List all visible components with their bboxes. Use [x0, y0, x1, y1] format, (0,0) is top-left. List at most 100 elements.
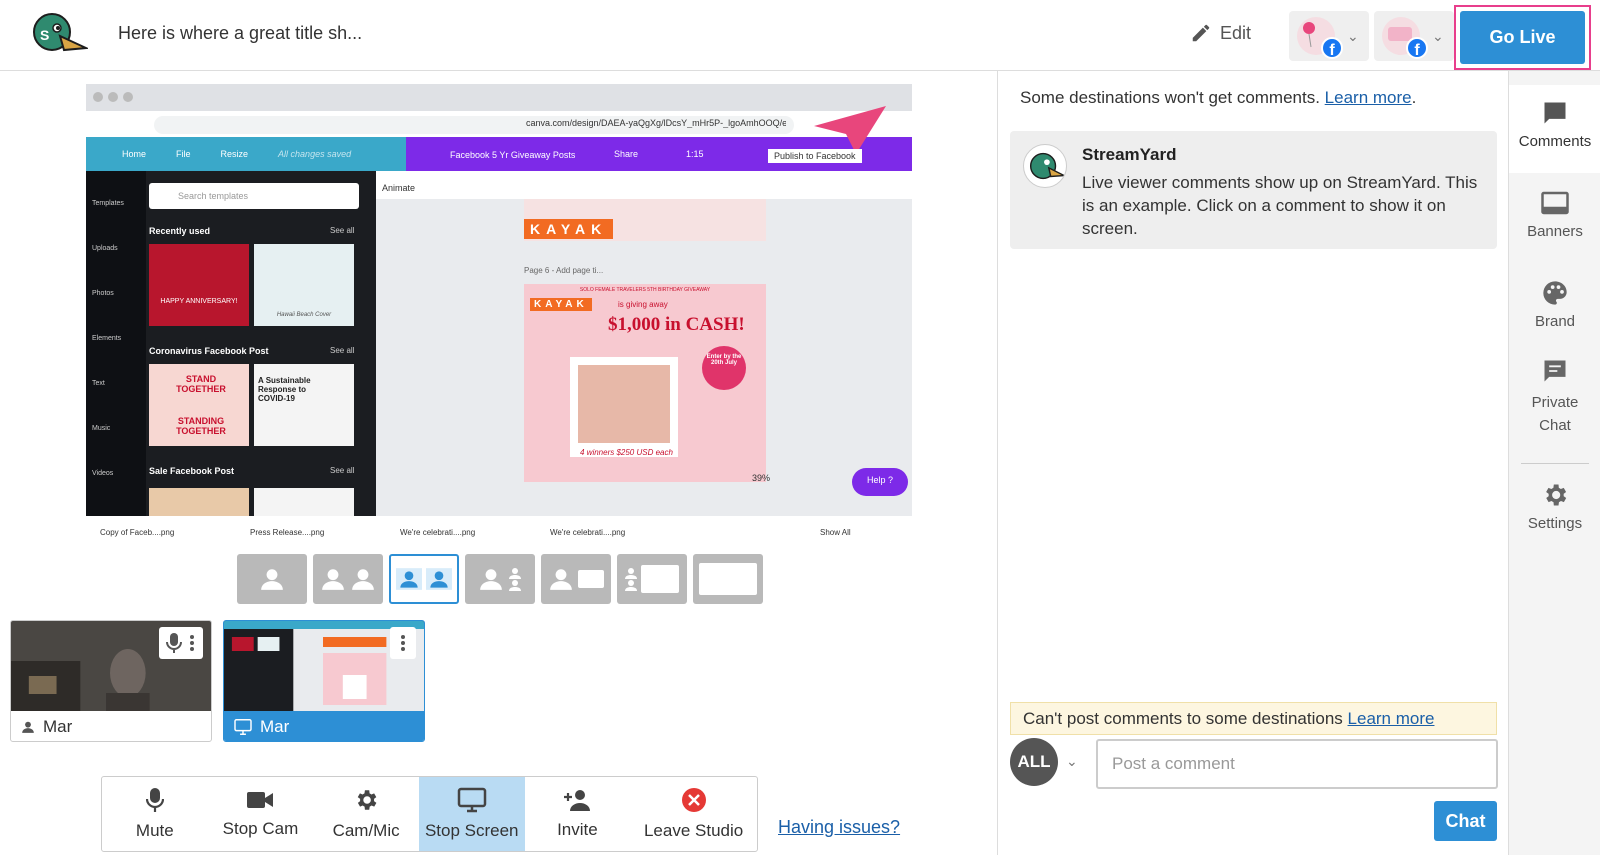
- close-circle-icon: [681, 788, 706, 812]
- layout-screen-sidebar[interactable]: [617, 554, 687, 604]
- canva-section: Sale Facebook Post: [149, 466, 235, 476]
- download-item: We're celebrati....png: [400, 528, 476, 537]
- screen-box-icon: [578, 570, 604, 588]
- comment-item[interactable]: StreamYard Live viewer comments show up …: [1010, 131, 1497, 249]
- design-winners: 4 winners $250 USD each: [580, 448, 673, 457]
- stop-screen-button[interactable]: Stop Screen: [418, 777, 525, 851]
- go-live-highlight: Go Live: [1454, 5, 1591, 70]
- destination-selector-2[interactable]: f ⌄: [1374, 11, 1454, 61]
- streamyard-avatar: [1023, 144, 1067, 188]
- person-icon: [322, 569, 344, 590]
- browser-url[interactable]: canva.com/design/DAEA-yaQgXg/lDcsY_mHr5P…: [526, 118, 786, 128]
- tab-label: Settings: [1527, 515, 1583, 532]
- layout-fullscreen[interactable]: [693, 554, 763, 604]
- comment-author: StreamYard: [1082, 145, 1177, 164]
- canva-share: Share: [614, 149, 639, 159]
- more-options-icon[interactable]: [398, 632, 408, 654]
- studio-toolbar: Mute Stop Cam Cam/Mic Stop Screen Invite…: [101, 776, 758, 852]
- invite-button[interactable]: Invite: [525, 777, 631, 851]
- canva-sidebar-item: Videos: [92, 470, 114, 477]
- canva-doc-title: Facebook 5 Yr Giveaway Posts: [450, 150, 576, 160]
- comment-icon: [1544, 102, 1566, 124]
- small-persons-icon: [625, 568, 637, 591]
- canva-search: Search templates: [178, 191, 249, 201]
- microphone-icon[interactable]: [165, 632, 183, 654]
- destination-avatar: f: [1382, 17, 1428, 59]
- layout-side-by-side[interactable]: [313, 554, 383, 604]
- layout-solo[interactable]: [237, 554, 307, 604]
- go-live-button[interactable]: Go Live: [1460, 11, 1585, 64]
- tabs-divider: [1521, 463, 1589, 464]
- template-text: STANDING TOGETHER: [176, 416, 226, 436]
- download-item: Press Release....png: [250, 528, 325, 537]
- person-icon: [426, 568, 452, 590]
- tab-private-chat[interactable]: Private Chat: [1509, 357, 1600, 457]
- canva-time: 1:15: [686, 149, 704, 159]
- tile-controls: [390, 627, 416, 659]
- canva-see-all: See all: [330, 226, 355, 235]
- leave-studio-button[interactable]: Leave Studio: [630, 777, 757, 851]
- tab-brand[interactable]: Brand: [1509, 273, 1600, 349]
- canva-animate: Animate: [382, 183, 416, 193]
- chat-bubble-icon: [1544, 360, 1566, 382]
- mute-button[interactable]: Mute: [102, 777, 208, 851]
- small-persons-icon: [509, 568, 521, 591]
- tile-controls: [159, 627, 203, 659]
- design-amount: $1,000 in CASH!: [608, 314, 745, 335]
- learn-more-link[interactable]: Learn more: [1325, 88, 1412, 107]
- post-comment-input[interactable]: [1096, 739, 1498, 789]
- chevron-down-icon: ⌄: [1432, 27, 1444, 44]
- comments-note: Some destinations won't get comments. Le…: [1020, 88, 1416, 108]
- layout-group[interactable]: [389, 554, 459, 604]
- design-subtitle: SOLO FEMALE TRAVELERS 5TH BIRTHDAY GIVEA…: [579, 287, 711, 293]
- side-tabs: Comments Banners Brand Private Chat Sett…: [1508, 71, 1600, 855]
- layout-selector: [233, 550, 767, 608]
- cam-mic-label: Cam/Mic: [332, 821, 400, 840]
- participant-tile-screen[interactable]: Mar: [223, 620, 425, 742]
- canva-help: Help ?: [866, 475, 893, 485]
- cam-mic-settings-button[interactable]: Cam/Mic: [313, 777, 419, 851]
- gear-icon: [357, 790, 377, 810]
- tab-settings[interactable]: Settings: [1509, 481, 1600, 557]
- template-text: A Sustainable Response to COVID-19: [258, 376, 311, 403]
- stop-cam-button[interactable]: Stop Cam: [208, 777, 314, 851]
- canva-sidebar-item: Templates: [92, 200, 124, 207]
- mute-label: Mute: [135, 821, 174, 840]
- chevron-down-icon[interactable]: ⌄: [1066, 753, 1078, 770]
- canva-see-all: See all: [330, 466, 355, 475]
- participant-label: Mar: [11, 711, 211, 741]
- destination-filter-badge[interactable]: ALL: [1010, 738, 1058, 786]
- having-issues-link[interactable]: Having issues?: [778, 817, 900, 838]
- video-camera-icon: [247, 792, 274, 808]
- screen-box-icon: [641, 565, 679, 593]
- comments-warning: Can't post comments to some destinations…: [1010, 702, 1497, 735]
- tab-banners[interactable]: Banners: [1509, 183, 1600, 259]
- broadcast-title[interactable]: Here is where a great title sh...: [118, 23, 362, 44]
- design-giving: is giving away: [618, 300, 668, 309]
- person-icon: [352, 569, 374, 590]
- learn-more-link[interactable]: Learn more: [1348, 709, 1435, 729]
- streamyard-logo[interactable]: S: [30, 10, 88, 58]
- tab-comments[interactable]: Comments: [1509, 85, 1600, 173]
- canva-sidebar-item: Uploads: [92, 245, 118, 252]
- facebook-icon: f: [1321, 37, 1343, 59]
- participant-tile-camera[interactable]: Mar: [10, 620, 212, 742]
- note-text: Some destinations won't get comments.: [1020, 88, 1325, 107]
- layout-person-screen[interactable]: [541, 554, 611, 604]
- stage-screen-share[interactable]: canva.com/design/DAEA-yaQgXg/lDcsY_mHr5P…: [86, 84, 912, 548]
- tab-label: Banners: [1527, 223, 1583, 240]
- monitor-icon: [234, 719, 252, 735]
- participant-label: Mar: [224, 711, 424, 741]
- screen-box-icon: [699, 563, 757, 595]
- download-bar: Copy of Faceb....png Press Release....pn…: [100, 528, 890, 537]
- canva-page-label: Page 6 - Add page ti...: [524, 266, 604, 275]
- destination-selector-1[interactable]: f ⌄: [1289, 11, 1369, 61]
- download-item: We're celebrati....png: [550, 528, 626, 537]
- edit-label: Edit: [1220, 22, 1252, 43]
- chat-send-button[interactable]: Chat: [1434, 801, 1497, 841]
- edit-title-button[interactable]: Edit: [1190, 22, 1251, 44]
- tab-label: Brand: [1534, 313, 1576, 330]
- more-options-icon[interactable]: [187, 632, 197, 654]
- layout-leader[interactable]: [465, 554, 535, 604]
- design-brand: KAYAK: [530, 298, 592, 311]
